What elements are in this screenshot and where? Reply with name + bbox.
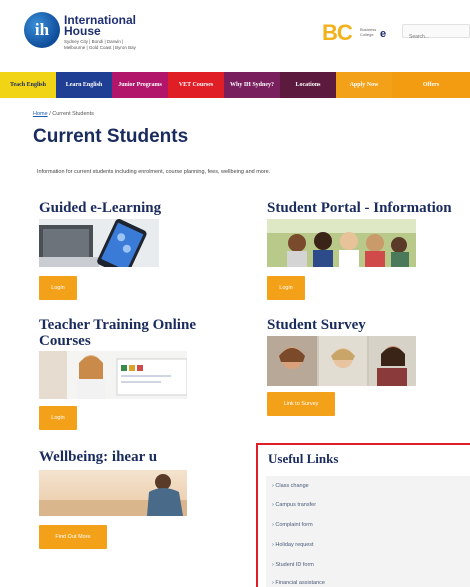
student-portal-image bbox=[267, 219, 416, 267]
useful-link-holiday-request[interactable]: › Holiday request bbox=[272, 542, 314, 548]
teacher-training-image bbox=[39, 351, 187, 399]
logo-icon[interactable]: ih bbox=[24, 12, 60, 48]
logo-text[interactable]: International House Sydney City | Bondi … bbox=[64, 13, 154, 50]
students-group-illustration bbox=[267, 219, 416, 267]
useful-link-class-change[interactable]: › Class change bbox=[272, 483, 309, 489]
useful-link-financial-assistance[interactable]: › Financial assistance bbox=[272, 580, 325, 586]
useful-links-panel: Useful Links › Class change › Campus tra… bbox=[256, 443, 470, 587]
survey-link-button[interactable]: Link to Survey bbox=[267, 392, 335, 416]
nav-junior-programs[interactable]: Junior Programs bbox=[112, 72, 168, 98]
student-portal-login-button[interactable]: Login bbox=[267, 276, 305, 300]
site-header: ih International House Sydney City | Bon… bbox=[0, 0, 470, 72]
useful-link-campus-transfer[interactable]: › Campus transfer bbox=[272, 502, 316, 508]
main-nav: Teach English Learn English Junior Progr… bbox=[0, 72, 470, 98]
nav-learn-english[interactable]: Learn English bbox=[56, 72, 112, 98]
useful-links-title: Useful Links bbox=[268, 451, 339, 466]
breadcrumb-current: Current Students bbox=[52, 111, 94, 117]
useful-link-label: Financial assistance bbox=[275, 580, 325, 586]
nav-why-ih-sydney[interactable]: Why IH Sydney? bbox=[224, 72, 280, 98]
guided-elearning-image bbox=[39, 219, 159, 267]
search-input[interactable] bbox=[403, 31, 469, 43]
useful-link-label: Class change bbox=[275, 483, 309, 489]
useful-link-label: Complaint form bbox=[275, 522, 313, 528]
bc-logo[interactable]: BC Business College e bbox=[322, 22, 390, 44]
search-box[interactable] bbox=[402, 24, 470, 43]
breadcrumb: Home / Current Students bbox=[33, 111, 94, 117]
teacher-training-login-button[interactable]: Login bbox=[39, 406, 77, 430]
wellbeing-title: Wellbeing: ihear u bbox=[39, 449, 158, 465]
useful-links-list: › Class change › Campus transfer › Compl… bbox=[266, 476, 470, 587]
bc-logo-mark: BC bbox=[322, 20, 353, 45]
useful-link-label: Holiday request bbox=[275, 542, 314, 548]
student-survey-image bbox=[267, 336, 416, 386]
student-portal-title: Student Portal - Information bbox=[267, 200, 452, 216]
nav-offers[interactable]: Offers bbox=[392, 72, 470, 98]
nav-teach-english[interactable]: Teach English bbox=[0, 72, 56, 98]
wellbeing-image bbox=[39, 470, 187, 516]
logo-name: International House bbox=[64, 13, 137, 38]
guided-elearning-login-button[interactable]: Login bbox=[39, 276, 77, 300]
nav-apply-now[interactable]: Apply Now bbox=[336, 72, 392, 98]
useful-link-student-id-form[interactable]: › Student ID form bbox=[272, 562, 314, 568]
guided-elearning-title: Guided e-Learning bbox=[39, 200, 162, 216]
nav-vet-courses[interactable]: VET Courses bbox=[168, 72, 224, 98]
bc-logo-e: e bbox=[380, 28, 387, 40]
logo-cities: Sydney City | Bondi | Darwin | Melbourne… bbox=[64, 39, 136, 50]
page-title: Current Students bbox=[33, 126, 189, 147]
breadcrumb-home-link[interactable]: Home bbox=[33, 111, 48, 117]
useful-link-label: Student ID form bbox=[275, 562, 314, 568]
useful-link-label: Campus transfer bbox=[275, 502, 317, 508]
useful-link-complaint-form[interactable]: › Complaint form bbox=[272, 522, 313, 528]
beach-person-illustration bbox=[39, 470, 187, 516]
nav-locations[interactable]: Locations bbox=[280, 72, 336, 98]
survey-students-illustration bbox=[267, 336, 416, 386]
teacher-training-title: Teacher Training Online Courses bbox=[39, 317, 196, 349]
wellbeing-find-out-more-button[interactable]: Find Out More bbox=[39, 525, 107, 549]
student-survey-title: Student Survey bbox=[267, 317, 366, 333]
laptop-phone-illustration bbox=[39, 219, 159, 267]
teacher-whiteboard-illustration bbox=[39, 351, 187, 399]
intro-text: Information for current students includi… bbox=[37, 169, 271, 175]
bc-logo-subtitle: Business College bbox=[360, 27, 377, 37]
